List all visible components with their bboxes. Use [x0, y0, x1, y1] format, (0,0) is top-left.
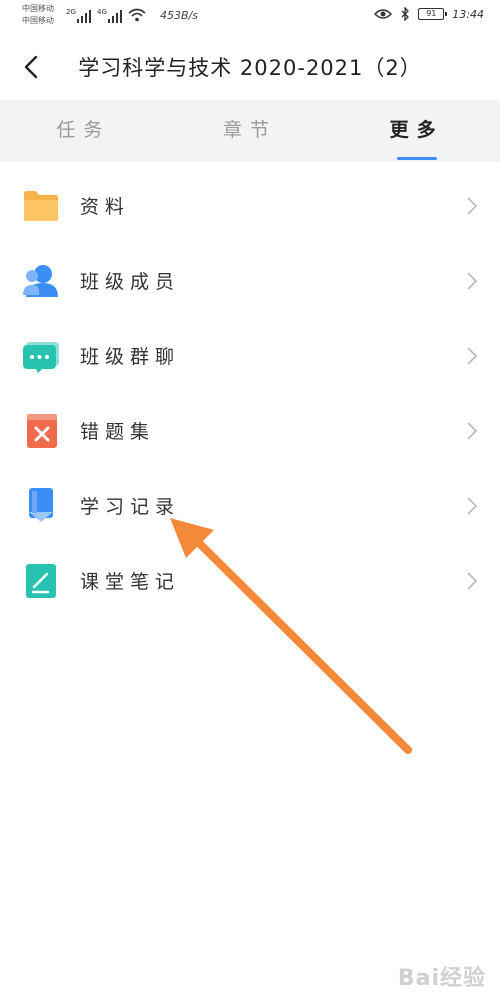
list-item-class-notes[interactable]: 课堂笔记: [0, 543, 500, 618]
chevron-right-icon: [467, 421, 478, 440]
page-title: 学习科学与技术 2020-2021（2）: [78, 56, 422, 80]
list-item-label: 资料: [80, 196, 131, 218]
back-button[interactable]: [18, 52, 48, 82]
list-item-wrong-questions[interactable]: 错题集: [0, 393, 500, 468]
note-icon: [26, 563, 56, 598]
list-item-materials[interactable]: 资料: [0, 168, 500, 243]
list-item-class-chat[interactable]: 班级群聊: [0, 318, 500, 393]
chevron-right-icon: [467, 271, 478, 290]
list-item-label: 班级成员: [80, 271, 181, 293]
signal-icon-2: [108, 9, 122, 23]
carrier-2: 中国移动: [22, 16, 54, 25]
list-item-label: 学习记录: [80, 496, 181, 518]
header: 学习科学与技术 2020-2021（2）: [0, 36, 500, 100]
signal-icon-1: [77, 9, 91, 23]
clock: 13:44: [452, 7, 484, 21]
list-item-label: 错题集: [80, 421, 156, 443]
list-item-class-members[interactable]: 班级成员: [0, 243, 500, 318]
folder-icon: [24, 190, 58, 221]
list-item-label: 课堂笔记: [80, 571, 181, 593]
network-type-1: 2G: [66, 8, 76, 16]
chat-icon: [23, 341, 59, 373]
chevron-right-icon: [467, 346, 478, 365]
chevron-right-icon: [467, 496, 478, 515]
wrong-book-icon: [27, 413, 57, 448]
network-speed: 453B/s: [160, 9, 198, 22]
tab-chapters[interactable]: 章节: [167, 100, 334, 162]
bluetooth-icon: [401, 7, 410, 21]
watermark: Bai经验: [397, 966, 486, 991]
carrier-1: 中国移动: [22, 4, 54, 13]
chevron-right-icon: [467, 196, 478, 215]
chevron-right-icon: [467, 571, 478, 590]
status-bar: 中国移动 中国移动 2G 4G 453B/s 91 13:44: [0, 0, 500, 36]
list-item-label: 班级群聊: [80, 346, 181, 368]
tab-more[interactable]: 更多: [333, 100, 500, 162]
wifi-icon: [128, 8, 146, 22]
tab-tasks[interactable]: 任务: [0, 100, 167, 162]
member-icon: [23, 264, 58, 297]
battery-icon: 91: [418, 8, 448, 20]
record-icon: [29, 487, 53, 522]
eye-icon: [374, 9, 393, 19]
tab-bar: 任务 章节 更多: [0, 100, 500, 162]
chevron-left-icon: [24, 55, 38, 79]
list-item-study-record[interactable]: 学习记录: [0, 468, 500, 543]
more-menu-list: 资料 班级成员 班级群聊 错题集 学习记录 课堂笔记: [0, 168, 500, 618]
network-type-2: 4G: [97, 8, 107, 16]
